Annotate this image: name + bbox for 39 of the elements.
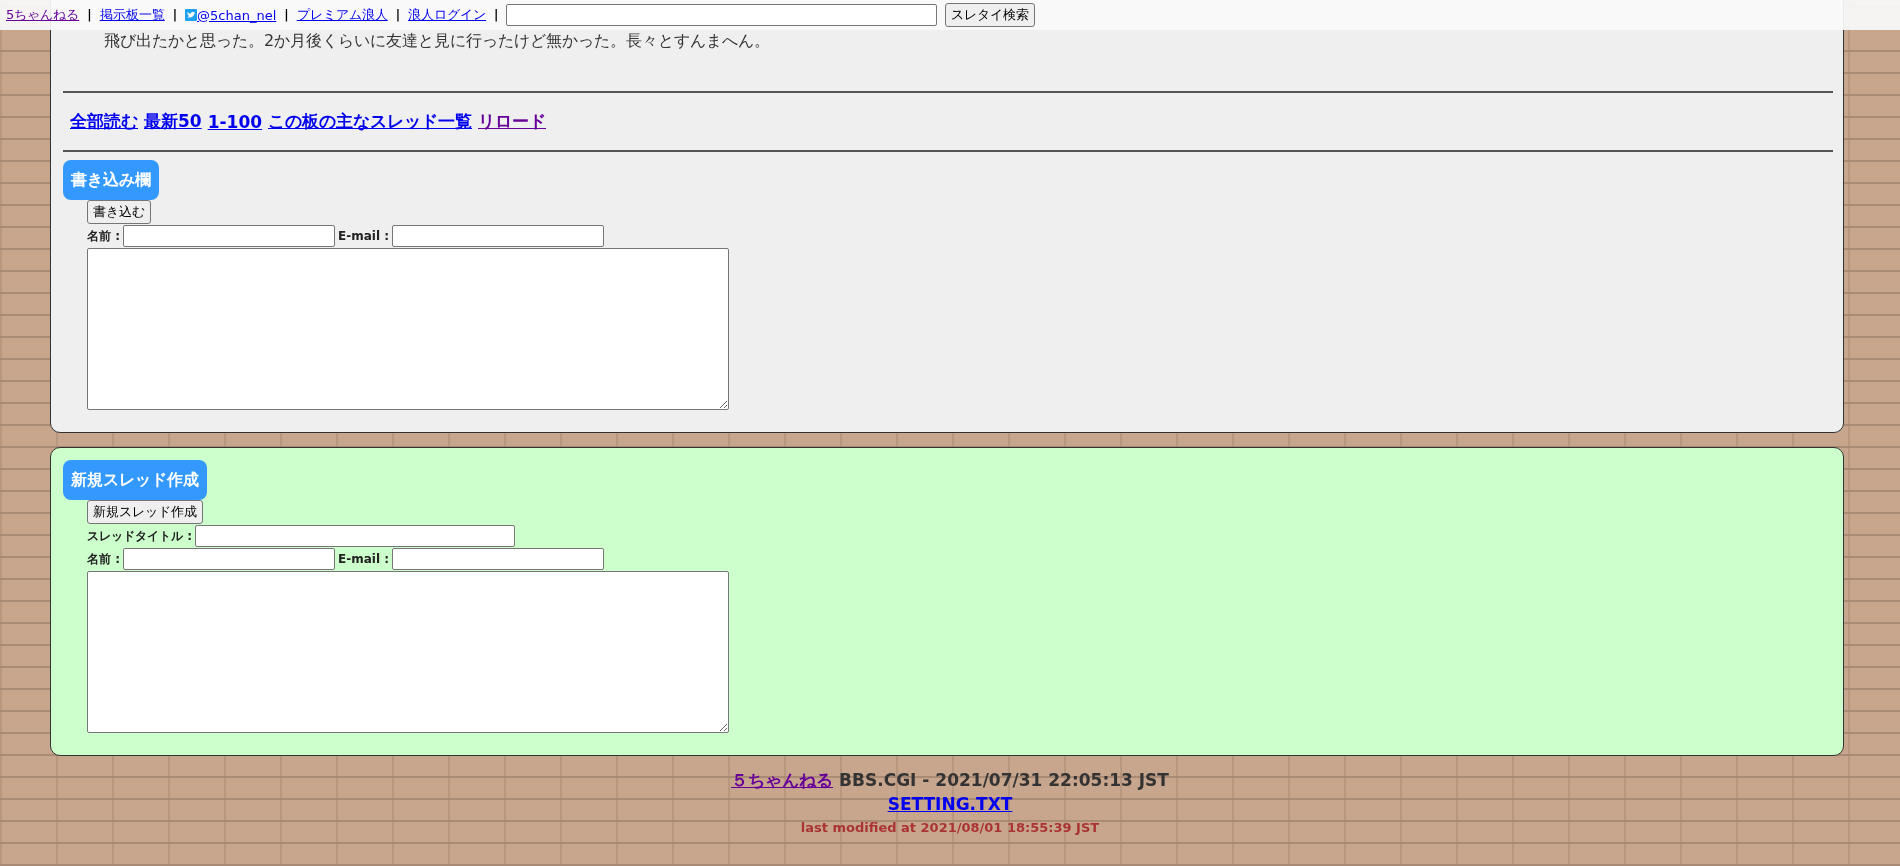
separator: | bbox=[395, 8, 401, 22]
separator: | bbox=[494, 8, 499, 22]
name-label: 名前 : bbox=[87, 227, 120, 245]
submit-button[interactable]: 書き込む bbox=[87, 200, 151, 224]
separator: | bbox=[172, 8, 178, 22]
email-label: E-mail : bbox=[338, 552, 389, 566]
thread-link[interactable]: 1-100 bbox=[207, 110, 263, 133]
search-button[interactable]: スレタイ検索 bbox=[945, 3, 1036, 27]
form-heading: 新規スレッド作成 bbox=[63, 460, 207, 500]
site-link[interactable]: ５ちゃんねる bbox=[731, 768, 834, 792]
thread-link[interactable]: この板の主なスレッド一覧 bbox=[268, 110, 473, 133]
nav-link[interactable]: 5ちゃんねる bbox=[6, 6, 80, 24]
setting-link[interactable]: SETTING.TXT bbox=[887, 792, 1013, 816]
bird-icon bbox=[185, 9, 198, 21]
form-heading: 書き込み欄 bbox=[63, 160, 159, 200]
title-field[interactable] bbox=[195, 525, 515, 547]
separator: | bbox=[284, 8, 289, 22]
nav-link[interactable]: 掲示板一覧 bbox=[99, 6, 165, 24]
message-field[interactable] bbox=[87, 248, 729, 410]
separator: | bbox=[87, 8, 92, 22]
thread-link[interactable]: 最新50 bbox=[144, 110, 202, 133]
name-label: 名前 : bbox=[87, 550, 120, 568]
message-field[interactable] bbox=[87, 571, 729, 733]
email-field[interactable] bbox=[391, 548, 604, 570]
nav-link[interactable]: プレミアム浪人 bbox=[296, 6, 388, 24]
search-field[interactable] bbox=[506, 4, 938, 26]
email-field[interactable] bbox=[391, 225, 604, 247]
name-field[interactable] bbox=[123, 548, 335, 570]
email-label: E-mail : bbox=[338, 229, 389, 243]
last-modified-text: last modified at 2021/08/01 18:55:39 JST bbox=[800, 820, 1100, 835]
version-text: BBS.CGI - 2021/07/31 22:05:13 JST bbox=[839, 769, 1169, 792]
name-field[interactable] bbox=[123, 225, 335, 247]
thread-link[interactable]: 全部読む bbox=[70, 110, 138, 133]
title-label: スレッドタイトル : bbox=[87, 527, 192, 545]
create-thread-button[interactable]: 新規スレッド作成 bbox=[87, 500, 203, 524]
twitter-link[interactable]: @5chan_nel bbox=[185, 7, 277, 23]
nav-link[interactable]: 浪人ログイン bbox=[408, 6, 487, 24]
thread-link[interactable]: リロード bbox=[478, 110, 547, 133]
post-text: 飛び出たかと思った。2か月後くらいに友達と見に行ったけど無かった。長々とすんまへん。 bbox=[104, 30, 771, 52]
